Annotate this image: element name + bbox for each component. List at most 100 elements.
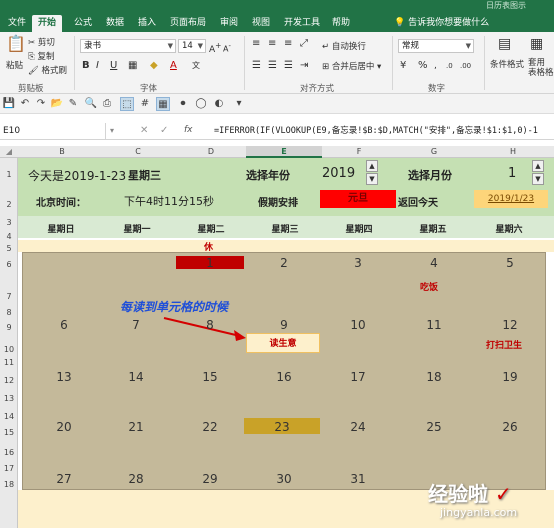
- currency-icon[interactable]: ¥: [400, 60, 406, 72]
- row-header[interactable]: 12: [0, 376, 18, 385]
- decrease-font-icon[interactable]: A-: [223, 40, 231, 56]
- customize-qat-icon[interactable]: ▾: [232, 97, 246, 111]
- row-header[interactable]: 11: [0, 358, 18, 367]
- calendar-day[interactable]: 22: [180, 420, 240, 434]
- print-icon[interactable]: ⎙: [100, 97, 114, 111]
- redo-icon[interactable]: ↷: [34, 97, 48, 111]
- tab-formulas[interactable]: 公式: [68, 15, 98, 32]
- insert-shape-icon[interactable]: ◯: [194, 97, 208, 111]
- cut-button[interactable]: ✂ 剪切: [28, 36, 55, 48]
- tab-page-layout[interactable]: 页面布局: [164, 15, 212, 32]
- calendar-day[interactable]: 26: [480, 420, 540, 434]
- tab-view[interactable]: 视图: [246, 15, 276, 32]
- select-objects-icon[interactable]: ⬚: [120, 97, 134, 111]
- month-value[interactable]: 1: [508, 166, 516, 181]
- font-color-icon[interactable]: A: [170, 60, 177, 72]
- row-header[interactable]: 15: [0, 428, 18, 437]
- calendar-day[interactable]: 25: [404, 420, 464, 434]
- return-today-button[interactable]: 返回今天: [398, 194, 438, 209]
- wrap-text-button[interactable]: ↵ 自动换行: [322, 40, 366, 52]
- cancel-icon[interactable]: ✕: [140, 125, 148, 136]
- tab-data[interactable]: 数据: [100, 15, 130, 32]
- calendar-day[interactable]: 23: [252, 420, 312, 434]
- italic-icon[interactable]: I: [96, 60, 99, 72]
- font-name-select[interactable]: 隶书 ▼: [80, 39, 176, 53]
- paste-button[interactable]: 粘贴: [6, 59, 23, 71]
- gridlines-icon[interactable]: #: [138, 97, 152, 111]
- calendar-day[interactable]: 16: [254, 370, 314, 384]
- calendar-day[interactable]: 28: [106, 472, 166, 486]
- tab-review[interactable]: 审阅: [214, 15, 244, 32]
- font-size-select[interactable]: 14 ▼: [178, 39, 206, 53]
- tab-home[interactable]: 开始: [32, 15, 63, 32]
- calendar-day[interactable]: 21: [106, 420, 166, 434]
- calendar-day[interactable]: 29: [180, 472, 240, 486]
- calendar-day[interactable]: 5: [480, 256, 540, 270]
- name-box[interactable]: E10: [0, 123, 106, 140]
- calendar-day[interactable]: 3: [328, 256, 388, 270]
- row-header[interactable]: 8: [0, 308, 18, 317]
- comma-icon[interactable]: ,: [434, 60, 437, 72]
- insert-function-icon[interactable]: fx: [184, 125, 193, 135]
- year-spin-up[interactable]: ▲: [366, 160, 378, 172]
- border-icon[interactable]: ▦: [128, 60, 137, 72]
- row-header[interactable]: 9: [0, 323, 18, 332]
- row-header[interactable]: 4: [0, 232, 18, 241]
- paste-icon[interactable]: 📋: [6, 36, 26, 52]
- column-header[interactable]: B: [24, 146, 100, 158]
- percent-icon[interactable]: %: [418, 60, 428, 72]
- copy-button[interactable]: ⎘ 复制: [28, 50, 55, 62]
- row-header[interactable]: 5: [0, 244, 18, 253]
- calendar-day[interactable]: 10: [328, 318, 388, 332]
- calendar-day[interactable]: 17: [328, 370, 388, 384]
- calendar-day[interactable]: 31: [328, 472, 388, 486]
- calendar-day[interactable]: 4: [404, 256, 464, 270]
- year-spin-down[interactable]: ▼: [366, 173, 378, 185]
- align-bottom-icon[interactable]: ≡: [284, 38, 292, 50]
- column-header[interactable]: F: [322, 146, 396, 158]
- phonetic-icon[interactable]: 文: [192, 60, 200, 72]
- calendar-day[interactable]: 6: [34, 318, 94, 332]
- row-header[interactable]: 14: [0, 412, 18, 421]
- merge-center-button[interactable]: ⊞ 合并后居中 ▾: [322, 60, 381, 72]
- year-value[interactable]: 2019: [322, 166, 355, 181]
- align-left-icon[interactable]: ☰: [252, 60, 261, 72]
- brush-icon[interactable]: ✎: [66, 97, 80, 111]
- increase-font-icon[interactable]: A+: [209, 40, 221, 56]
- row-header[interactable]: 1: [0, 170, 18, 179]
- calendar-day[interactable]: 24: [328, 420, 388, 434]
- calendar-day[interactable]: 18: [404, 370, 464, 384]
- calendar-day[interactable]: 13: [34, 370, 94, 384]
- fill-color-icon[interactable]: ◆: [150, 60, 158, 72]
- row-header[interactable]: 6: [0, 260, 18, 269]
- tab-help[interactable]: 帮助: [326, 15, 356, 32]
- number-format-select[interactable]: 常规 ▼: [398, 39, 474, 53]
- today-date-link[interactable]: 2019/1/23: [474, 190, 548, 208]
- orientation-icon[interactable]: ⤢: [300, 38, 308, 50]
- selected-cell-e10[interactable]: 读生意: [246, 333, 320, 353]
- print-preview-icon[interactable]: 🔍: [84, 97, 98, 111]
- format-as-table-button[interactable]: 套用 表格格: [528, 58, 554, 78]
- tab-file[interactable]: 文件: [2, 15, 32, 32]
- increase-decimal-icon[interactable]: .0: [446, 60, 453, 72]
- shape-icon[interactable]: ◐: [212, 97, 226, 111]
- column-header[interactable]: G: [396, 146, 472, 158]
- row-header[interactable]: 10: [0, 345, 18, 354]
- confirm-icon[interactable]: ✓: [160, 125, 168, 136]
- row-header[interactable]: 17: [0, 464, 18, 473]
- calendar-day[interactable]: 19: [480, 370, 540, 384]
- tell-me-box[interactable]: 💡 告诉我你想要做什么: [394, 15, 489, 32]
- table-format-icon[interactable]: ▦: [530, 37, 543, 51]
- calendar-day[interactable]: 12: [480, 318, 540, 332]
- row-header[interactable]: 7: [0, 292, 18, 301]
- calendar-day[interactable]: 7: [106, 318, 166, 332]
- calendar-day[interactable]: 1: [180, 256, 240, 270]
- record-macro-icon[interactable]: ⏺: [176, 97, 190, 111]
- calendar-day[interactable]: 2: [254, 256, 314, 270]
- align-middle-icon[interactable]: ≡: [268, 38, 276, 50]
- conditional-format-icon[interactable]: ▤: [498, 37, 511, 51]
- column-header[interactable]: C: [100, 146, 176, 158]
- column-header-selected[interactable]: E: [246, 146, 322, 158]
- decrease-decimal-icon[interactable]: .00: [460, 60, 471, 72]
- freeze-panes-icon[interactable]: ▦: [156, 97, 170, 111]
